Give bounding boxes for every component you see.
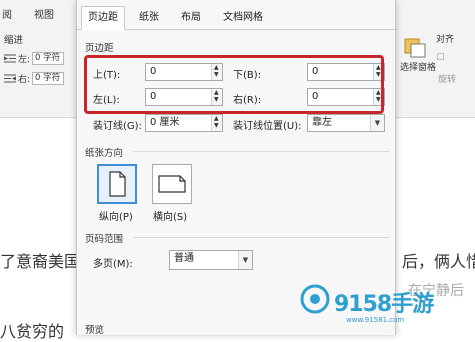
top-margin-input[interactable]: 0 ▲ ▼	[145, 63, 223, 81]
chevron-down-icon: ▼	[238, 251, 252, 269]
ribbon-left: 阅 视图 缩进 左: 0 字符 右: 0 字符	[0, 0, 76, 118]
tab-document-grid[interactable]: 文档网格	[217, 7, 269, 30]
right-margin-spinner[interactable]: ▲ ▼	[373, 89, 384, 105]
bottom-margin-spinner[interactable]: ▲ ▼	[373, 64, 384, 80]
tab-paper[interactable]: 纸张	[133, 7, 165, 30]
gutter-position-label: 装订线位置(U):	[233, 121, 302, 132]
ribbon-right: 选择窗格 对齐 □ 旋转	[396, 0, 475, 118]
left-margin-label: 左(L):	[93, 95, 120, 106]
pages-section-title: 页码范围	[85, 234, 124, 245]
indent-left-label: 左:	[18, 55, 31, 65]
multiple-pages-select[interactable]: 普通 ▼	[169, 250, 253, 270]
menu-item-view[interactable]: 视图	[34, 6, 54, 21]
rotate-label[interactable]: 旋转	[438, 72, 456, 85]
right-margin-input[interactable]: 0 ▲ ▼	[307, 88, 385, 106]
margins-section-title: 页边距	[85, 43, 114, 54]
indent-right-row: 右: 0 字符	[4, 72, 65, 85]
bottom-margin-input[interactable]: 0 ▲ ▼	[307, 63, 385, 81]
multiple-pages-value: 普通	[174, 253, 194, 264]
orientation-section-title: 纸张方向	[85, 148, 124, 159]
tab-margins[interactable]: 页边距	[81, 6, 125, 30]
indent-left-input[interactable]: 0 字符	[32, 52, 65, 65]
portrait-button[interactable]	[97, 164, 137, 204]
watermark-brand: 9158手游	[334, 292, 434, 317]
select-pane-icon[interactable]	[404, 38, 426, 58]
tab-bar: 页边距 纸张 布局 文档网格	[77, 0, 397, 30]
brand-logo-icon	[300, 284, 330, 314]
document-text-bottom: 八贫穷的	[0, 322, 65, 341]
bottom-margin-value: 0	[312, 66, 319, 77]
portrait-page-icon	[109, 171, 126, 197]
tab-layout[interactable]: 布局	[175, 7, 207, 30]
select-pane-label[interactable]: 选择窗格	[400, 60, 436, 73]
left-margin-spinner[interactable]: ▲ ▼	[211, 89, 222, 105]
indent-right-icon	[4, 74, 16, 83]
indent-right-label: 右:	[18, 75, 31, 85]
top-margin-spinner[interactable]: ▲ ▼	[211, 64, 222, 80]
bottom-margin-label: 下(B):	[233, 70, 262, 81]
page-setup-dialog: 页边距 纸张 布局 文档网格 页边距 上(T): 0 ▲ ▼ 下(B): 0 ▲ ▼…	[76, 0, 397, 336]
group-label: □	[436, 52, 445, 62]
landscape-label[interactable]: 横向(S)	[153, 208, 187, 223]
indent-right-input[interactable]: 0 字符	[32, 72, 65, 85]
top-margin-label: 上(T):	[93, 70, 121, 81]
indent-left-row: 左: 0 字符	[4, 52, 65, 65]
landscape-button[interactable]	[152, 164, 192, 204]
right-margin-value: 0	[312, 91, 319, 102]
align-label[interactable]: 对齐	[436, 32, 454, 45]
left-margin-input[interactable]: 0 ▲ ▼	[145, 88, 223, 106]
gutter-value: 0 厘米	[150, 117, 180, 128]
multiple-pages-label: 多页(M):	[93, 259, 133, 270]
landscape-page-icon	[158, 175, 186, 193]
preview-section-title: 预览	[85, 325, 105, 336]
indent-left-icon	[4, 54, 16, 63]
gutter-spinner[interactable]: ▲ ▼	[211, 115, 222, 131]
indent-label: 缩进	[4, 35, 24, 46]
document-text-left: 了意裔美国	[0, 252, 81, 271]
gutter-position-select[interactable]: 靠左 ▼	[307, 114, 385, 132]
top-margin-value: 0	[150, 66, 157, 77]
gutter-label: 装订线(G):	[93, 121, 142, 132]
pages-divider	[133, 237, 389, 238]
orientation-divider	[133, 151, 389, 152]
gutter-position-value: 靠左	[312, 117, 332, 128]
left-margin-value: 0	[150, 91, 157, 102]
watermark-url: www.91581.com	[346, 316, 405, 324]
menu-item-review[interactable]: 阅	[2, 6, 12, 21]
portrait-label[interactable]: 纵向(P)	[99, 208, 133, 223]
right-margin-label: 右(R):	[233, 95, 262, 106]
chevron-down-icon: ▼	[370, 115, 384, 131]
gutter-input[interactable]: 0 厘米 ▲ ▼	[145, 114, 223, 132]
document-text-right: 后，俩人惜	[402, 252, 475, 271]
